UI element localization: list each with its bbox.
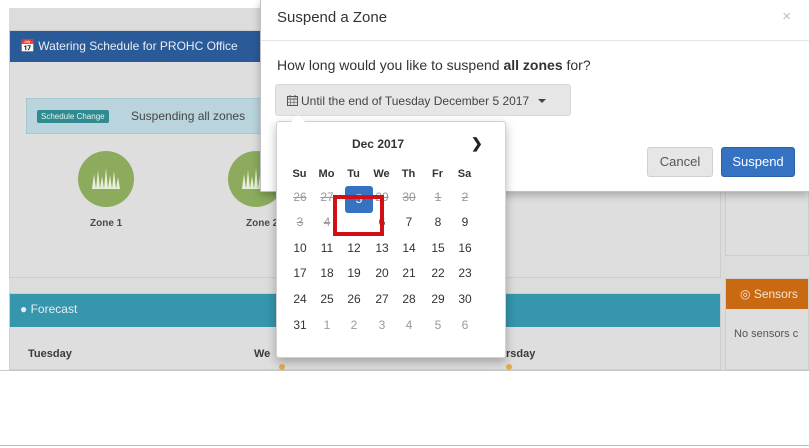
- forecast-title: Forecast: [30, 302, 78, 316]
- next-month-day[interactable]: 6: [451, 314, 479, 337]
- day-cell[interactable]: 17: [286, 262, 314, 285]
- chevron-right-icon[interactable]: ❯: [471, 135, 483, 152]
- day-cell[interactable]: 15: [424, 237, 452, 260]
- day-cell[interactable]: 8: [424, 211, 452, 234]
- watering-schedule-title: Watering Schedule for PROHC Office: [38, 39, 238, 53]
- day-cell[interactable]: 28: [395, 288, 423, 311]
- day-cell[interactable]: 21: [395, 262, 423, 285]
- suspend-button[interactable]: Suspend: [721, 147, 795, 177]
- day-cell[interactable]: 18: [313, 262, 341, 285]
- day-cell[interactable]: 19: [340, 262, 368, 285]
- sun-icon: ●: [20, 302, 28, 316]
- disabled-day: 26: [293, 190, 307, 204]
- next-month-day[interactable]: 2: [340, 314, 368, 337]
- forecast-day: Tuesday: [28, 348, 72, 360]
- suspend-until-value: Until the end of Tuesday December 5 2017: [301, 94, 530, 108]
- disabled-day: 1: [434, 190, 442, 204]
- weekday-header: We: [373, 168, 390, 180]
- weekday-header: Sa: [457, 168, 472, 180]
- blank-area-below: [0, 370, 809, 448]
- sensors-title: Sensors: [753, 287, 798, 301]
- weekday-header: Su: [292, 168, 307, 180]
- question-emphasis: all zones: [503, 57, 563, 73]
- day-cell[interactable]: 11: [313, 237, 341, 260]
- day-cell[interactable]: 25: [313, 288, 341, 311]
- day-cell[interactable]: 30: [451, 288, 479, 311]
- sensors-empty-text: No sensors c: [734, 328, 799, 340]
- zone-1-image[interactable]: [78, 151, 134, 207]
- close-icon[interactable]: ×: [782, 8, 791, 25]
- weekday-header: Fr: [432, 168, 443, 180]
- question-text: How long would you like to suspend: [277, 57, 504, 73]
- day-cell[interactable]: 31: [286, 314, 314, 337]
- schedule-alert-text: Suspending all zones: [131, 109, 246, 123]
- calendar-icon: [287, 95, 298, 106]
- day-cell[interactable]: 29: [424, 288, 452, 311]
- sensors-header: ◎ Sensors: [726, 279, 808, 309]
- modal-divider: [261, 40, 809, 41]
- datepicker-popup: Dec 2017 ❯ SuMoTuWeThFrSa 26272829301234…: [276, 115, 506, 358]
- modal-question: How long would you like to suspend all z…: [277, 57, 591, 73]
- caret-down-icon: [538, 99, 546, 103]
- zone-2-label: Zone 2: [246, 218, 279, 229]
- day-cell[interactable]: 13: [368, 237, 396, 260]
- next-month-day[interactable]: 5: [424, 314, 452, 337]
- day-cell[interactable]: 12: [340, 237, 368, 260]
- disabled-day: 30: [402, 190, 416, 204]
- datepicker-month-label[interactable]: Dec 2017: [333, 137, 423, 151]
- day-cell[interactable]: 23: [451, 262, 479, 285]
- day-cell[interactable]: 10: [286, 237, 314, 260]
- highlight-annotation: [333, 195, 384, 236]
- weekday-header: Mo: [318, 168, 335, 180]
- forecast-day: We: [254, 348, 271, 360]
- day-cell[interactable]: 26: [340, 288, 368, 311]
- schedule-change-badge: Schedule Change: [37, 110, 109, 123]
- question-text-end: for?: [562, 57, 591, 73]
- day-cell[interactable]: 9: [451, 211, 479, 234]
- grass-icon: [92, 168, 120, 189]
- divider: [0, 445, 809, 446]
- suspend-until-dropdown[interactable]: Until the end of Tuesday December 5 2017: [275, 84, 571, 116]
- sensors-panel: ◎ Sensors No sensors c: [725, 278, 809, 370]
- sensor-icon: ◎: [740, 287, 751, 301]
- weekday-header: Th: [401, 168, 416, 180]
- zone-1-label: Zone 1: [90, 218, 123, 229]
- day-cell[interactable]: 24: [286, 288, 314, 311]
- day-cell[interactable]: 7: [395, 211, 423, 234]
- day-cell[interactable]: 22: [424, 262, 452, 285]
- day-cell[interactable]: 27: [368, 288, 396, 311]
- calendar-icon: 📅: [20, 39, 35, 53]
- weekday-header: Tu: [347, 168, 360, 180]
- popup-arrow: [291, 115, 305, 122]
- day-cell[interactable]: 16: [451, 237, 479, 260]
- next-month-day[interactable]: 1: [313, 314, 341, 337]
- cancel-button[interactable]: Cancel: [647, 147, 713, 177]
- disabled-day: 2: [461, 190, 469, 204]
- next-month-day[interactable]: 4: [395, 314, 423, 337]
- next-month-day[interactable]: 3: [368, 314, 396, 337]
- day-cell[interactable]: 20: [368, 262, 396, 285]
- screenshot-stage: 📅 Watering Schedule for PROHC Office Sch…: [0, 0, 809, 448]
- day-cell[interactable]: 14: [395, 237, 423, 260]
- disabled-day: 3: [296, 215, 304, 229]
- forecast-day: rsday: [506, 348, 536, 360]
- modal-title: Suspend a Zone: [277, 9, 388, 26]
